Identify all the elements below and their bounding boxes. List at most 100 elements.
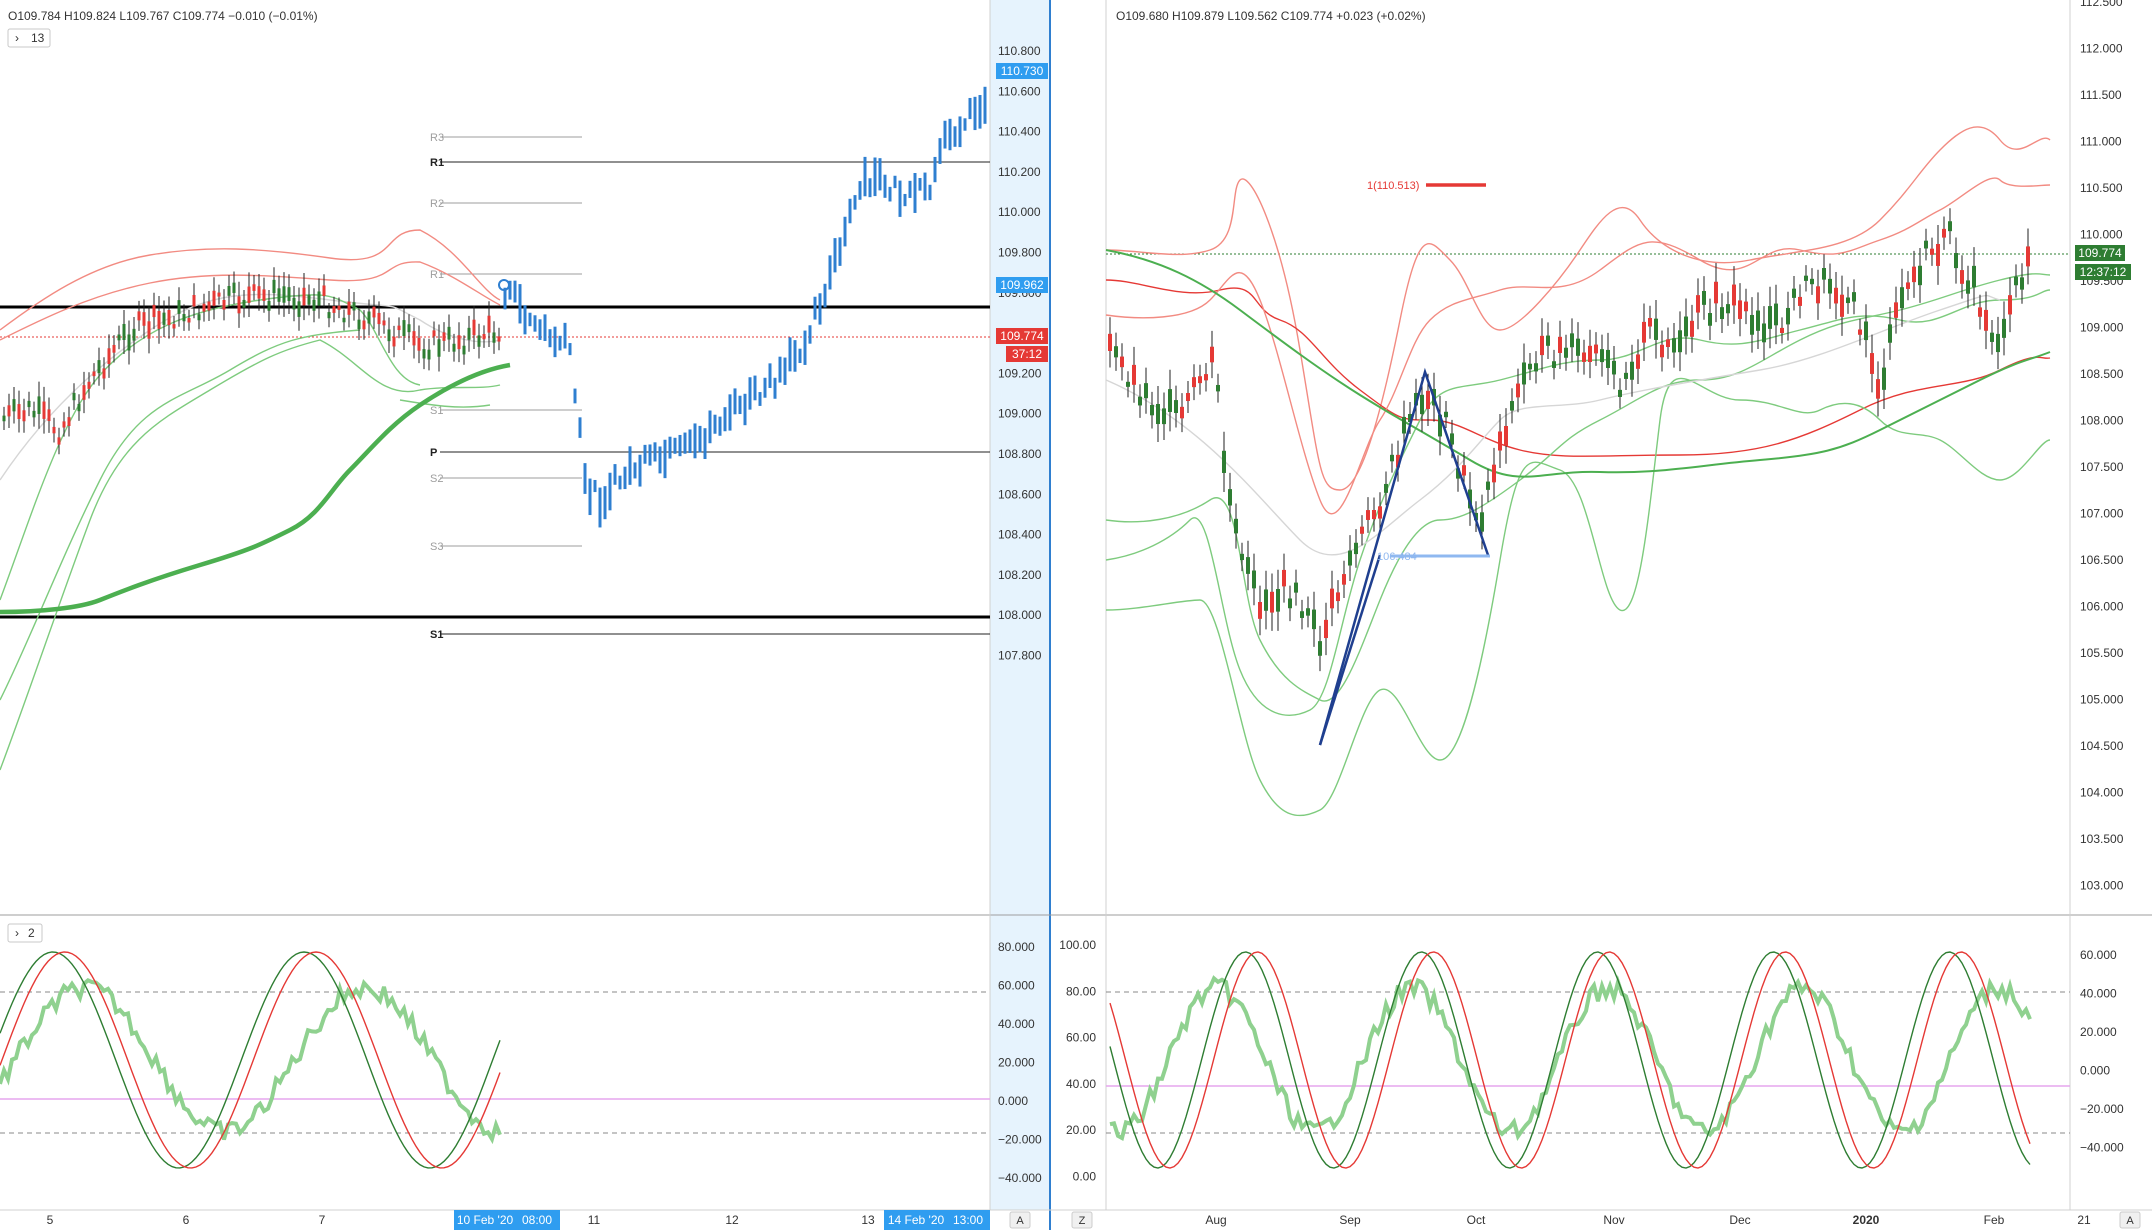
axis-tick-label: 40.000 (998, 1017, 1035, 1031)
candle-body (1846, 297, 1850, 304)
axis-tick-label: 109.000 (2080, 321, 2124, 335)
axis-tick-label: 0.00 (1073, 1170, 1097, 1184)
candle-body (232, 282, 236, 293)
candle-body (1876, 379, 1880, 399)
candle-body (492, 332, 496, 343)
candle-body (1996, 333, 2000, 353)
candle-body (1138, 396, 1142, 406)
axis-tick-label: 60.00 (1066, 1031, 1096, 1045)
candle-body (87, 381, 91, 389)
candle-body (37, 396, 41, 414)
svg-text:13: 13 (861, 1213, 875, 1227)
svg-text:13:00: 13:00 (953, 1213, 983, 1227)
candle-body (457, 335, 461, 350)
candle-body (257, 286, 261, 299)
axis-tick-label: 108.200 (998, 568, 1042, 582)
candle-body (277, 288, 281, 302)
candle-body (1678, 330, 1682, 353)
candle-body (407, 324, 411, 333)
candle-body (1600, 349, 1604, 363)
candle-body (1342, 574, 1346, 585)
candle-body (1930, 248, 1934, 255)
candle-body (1516, 383, 1520, 398)
candle-body (27, 400, 31, 408)
axis-tick-label: 0.000 (998, 1094, 1028, 1108)
candle-body (237, 296, 241, 314)
candle-body (42, 401, 46, 419)
right-auto-scale-button[interactable]: A (2119, 1211, 2141, 1229)
left-auto-scale-button[interactable]: A (1009, 1211, 1031, 1229)
svg-text:6: 6 (183, 1213, 190, 1227)
candle-body (1222, 450, 1226, 473)
svg-text:08:00: 08:00 (522, 1213, 552, 1227)
candle-body (1684, 316, 1688, 337)
candle-body (1366, 510, 1370, 520)
pivot-label-r1: R1 (430, 157, 444, 169)
candle-body (1882, 367, 1886, 390)
axis-tick-label: 109.000 (998, 407, 1042, 421)
pivot-label-p: P (430, 447, 437, 459)
candle-body (242, 299, 246, 308)
candle-body (1216, 384, 1220, 392)
candle-body (1942, 228, 1946, 238)
candle-body (1792, 288, 1796, 298)
axis-tick-label: 103.500 (2080, 832, 2124, 846)
candle-body (132, 328, 136, 341)
candle-body (437, 339, 441, 357)
candle-body (262, 289, 266, 301)
candle-body (1300, 611, 1304, 618)
candle-body (1204, 374, 1208, 381)
axis-tick-label: 40.00 (1066, 1077, 1096, 1091)
candle-body (1870, 353, 1874, 374)
candle-body (207, 301, 211, 311)
candle-body (1348, 550, 1352, 566)
candle-body (1948, 221, 1952, 232)
candle-body (1156, 403, 1160, 425)
svg-text:Sep: Sep (1339, 1213, 1361, 1227)
candle-body (447, 326, 451, 340)
candle-body (1744, 301, 1748, 312)
candle-body (32, 410, 36, 418)
pivot-label-r2: R2 (430, 198, 444, 210)
candle-body (427, 349, 431, 360)
candle-body (117, 334, 121, 341)
candle-body (1246, 557, 1250, 574)
candle-body (177, 300, 181, 314)
candle-body (1252, 570, 1256, 589)
candle-body (347, 301, 351, 315)
axis-tick-label: 110.000 (2080, 228, 2123, 242)
candle-body (1462, 465, 1466, 476)
candle-body (1288, 598, 1292, 609)
candle-body (162, 312, 166, 325)
candle-body (1144, 383, 1148, 399)
candle-body (1480, 512, 1484, 532)
candle-body (1798, 296, 1802, 306)
candle-body (1168, 389, 1172, 412)
candle-body (472, 319, 476, 336)
candle-body (1402, 416, 1406, 434)
indicator-toggle[interactable]: › 13 (7, 28, 51, 48)
candle-body (72, 392, 76, 401)
axis-tick-label: −40.000 (998, 1171, 1042, 1185)
candle-body (1108, 333, 1112, 351)
candle-body (1702, 290, 1706, 305)
candle-body (1198, 376, 1202, 384)
candle-body (52, 426, 56, 434)
zoom-button[interactable]: Z (1071, 1211, 1093, 1229)
candle-body (1606, 349, 1610, 368)
candle-body (1768, 306, 1772, 329)
candle-body (1666, 339, 1670, 348)
candle-body (1318, 641, 1322, 656)
candle-body (1756, 310, 1760, 331)
candle-body (112, 344, 116, 353)
candle-body (1708, 313, 1712, 326)
candle-body (1864, 321, 1868, 341)
osc-toggle[interactable]: › 2 (7, 923, 43, 943)
svg-text:Aug: Aug (1205, 1213, 1226, 1227)
candle-body (92, 371, 96, 377)
candle-body (47, 409, 51, 422)
candle-body (312, 299, 316, 311)
candle-body (417, 337, 421, 351)
candle-body (392, 336, 396, 347)
candle-body (377, 312, 381, 325)
